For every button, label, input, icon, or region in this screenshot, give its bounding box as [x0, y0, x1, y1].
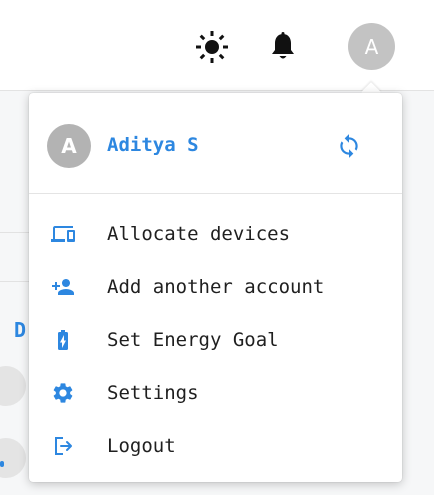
sync-icon: [340, 134, 358, 158]
battery-charging-icon: [51, 328, 75, 352]
account-menu: A Aditya S Allocate devices Add another …: [29, 93, 402, 482]
user-name: Aditya S: [107, 134, 199, 156]
menu-item-label: Logout: [107, 435, 176, 457]
switch-account-button[interactable]: [329, 126, 369, 166]
menu-item-add-account[interactable]: Add another account: [29, 261, 402, 313]
menu-item-label: Add another account: [107, 276, 325, 298]
devices-icon: [51, 222, 75, 246]
menu-item-label: Allocate devices: [107, 223, 291, 245]
menu-item-set-energy-goal[interactable]: Set Energy Goal: [29, 314, 402, 366]
top-app-bar: A: [0, 0, 434, 90]
background-indicator: [0, 461, 4, 467]
gear-icon: [51, 381, 75, 405]
account-menu-header: A Aditya S: [29, 93, 402, 193]
menu-divider: [29, 193, 402, 194]
bell-icon[interactable]: [268, 31, 298, 63]
menu-item-logout[interactable]: Logout: [29, 420, 402, 472]
avatar-initial: A: [61, 134, 77, 158]
logout-icon: [51, 434, 75, 458]
person-add-icon: [51, 275, 75, 299]
background-partial-text: D: [14, 318, 27, 342]
menu-item-label: Settings: [107, 382, 199, 404]
menu-item-allocate-devices[interactable]: Allocate devices: [29, 208, 402, 260]
sun-icon[interactable]: [194, 29, 230, 65]
user-avatar-button[interactable]: A: [348, 23, 395, 70]
avatar: A: [47, 124, 91, 168]
menu-item-label: Set Energy Goal: [107, 329, 279, 351]
avatar-initial: A: [364, 34, 379, 59]
menu-item-settings[interactable]: Settings: [29, 367, 402, 419]
